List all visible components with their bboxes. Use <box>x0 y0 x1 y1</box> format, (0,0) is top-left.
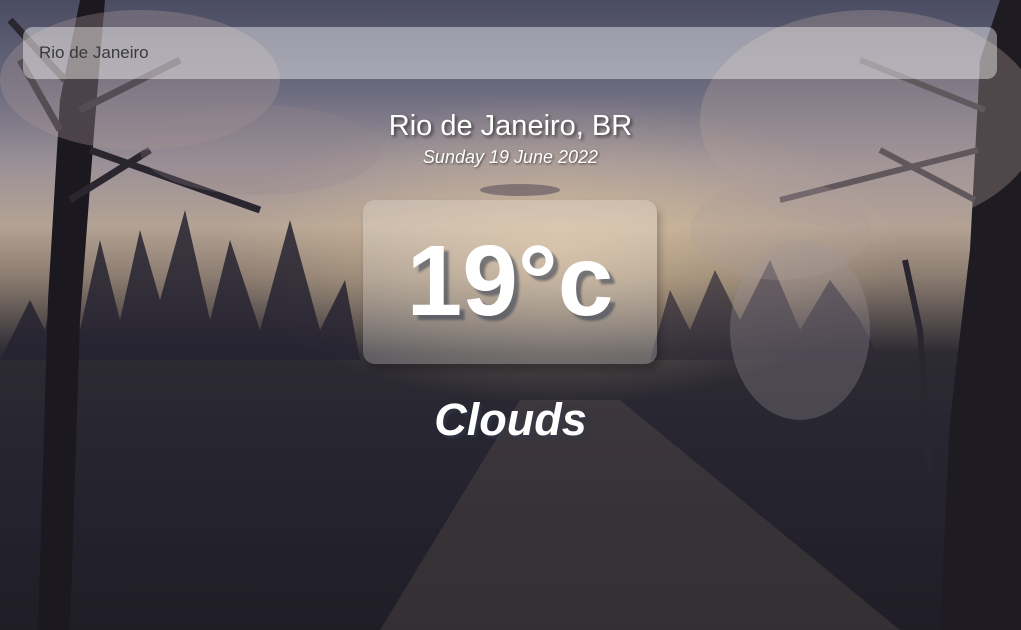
temperature-card: 19°c <box>363 200 657 364</box>
current-date: Sunday 19 June 2022 <box>422 147 599 167</box>
location-name: Rio de Janeiro, BR <box>388 110 633 142</box>
search-input[interactable] <box>23 27 997 79</box>
temperature-value: 19°c <box>406 225 614 337</box>
weather-condition: Clouds <box>434 394 587 445</box>
